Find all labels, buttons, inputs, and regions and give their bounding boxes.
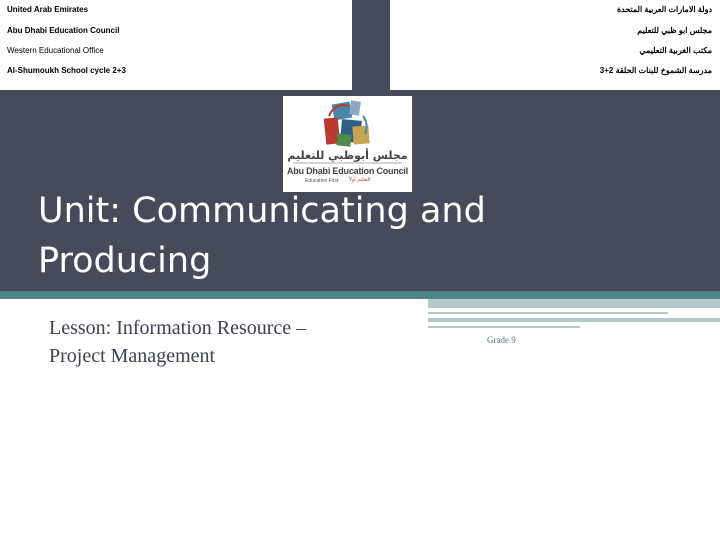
lesson-subtitle: Lesson: Information Resource – Project M…	[49, 314, 419, 370]
teal-divider	[0, 291, 720, 299]
header-office-en: Western Educational Office	[7, 46, 104, 55]
header-school-ar: مدرسة الشموخ للبنات الحلقة 2+3	[599, 66, 712, 75]
slide-title: Unit: Communicating and Producing	[38, 186, 638, 286]
lesson-line-1: Lesson: Information Resource –	[49, 317, 307, 339]
logo-english-name: Abu Dhabi Education Council	[286, 166, 409, 176]
header-right-panel: دولة الامارات العربية المتحدة مجلس ابو ظ…	[390, 0, 720, 90]
header-left-panel: United Arab Emirates Abu Dhabi Education…	[0, 0, 352, 90]
decor-stripe-4	[428, 326, 580, 328]
header-council-en: Abu Dhabi Education Council	[7, 26, 120, 35]
header-office-ar: مكتب الغربية التعليمي	[639, 46, 712, 55]
decor-stripe-3	[428, 318, 720, 322]
header-country-ar: دولة الامارات العربية المتحدة	[616, 5, 712, 14]
logo-tagline: Education First	[305, 178, 339, 184]
slide-title-line-2: Producing	[38, 241, 212, 281]
slide-title-line-1: Unit: Communicating and	[38, 191, 486, 231]
logo-arabic-name: مجلس أبوظبي للتعليم	[287, 149, 408, 162]
header-country-en: United Arab Emirates	[7, 5, 89, 14]
header-council-ar: مجلس ابو ظبي للتعليم	[637, 26, 712, 35]
council-logo: مجلس أبوظبي للتعليم Abu Dhabi Education …	[283, 96, 412, 192]
grade-label: Grade 9	[487, 335, 516, 345]
header-divider	[352, 0, 390, 90]
lesson-line-2: Project Management	[49, 345, 216, 367]
decor-stripe-2	[428, 312, 668, 314]
council-logo-icon	[293, 100, 402, 164]
logo-tagline-ar: التعليم أولاً	[349, 177, 371, 183]
decor-stripe-1	[428, 299, 720, 308]
header-school-en: Al-Shumoukh School cycle 2+3	[7, 66, 126, 75]
